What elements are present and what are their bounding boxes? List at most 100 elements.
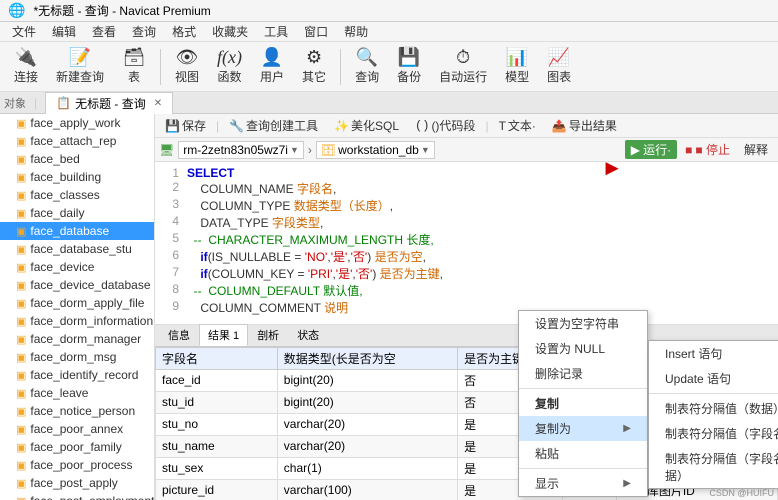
explain-button[interactable]: 解释 — [738, 140, 774, 159]
tab-close-icon[interactable]: ✕ — [154, 98, 162, 109]
beautify-icon: ✨ — [334, 119, 349, 133]
sub-ctx-tab-data[interactable]: 制表符分隔值（数据） — [649, 396, 778, 421]
query-toolbar: 💾 保存 | 🔧 查询创建工具 ✨ 美化SQL () ()代码段 | T 文本· — [155, 114, 778, 138]
sidebar-item-face-database[interactable]: ▣ face_database — [0, 222, 154, 240]
query-builder-button[interactable]: 🔧 查询创建工具 — [223, 116, 324, 135]
export-icon: 📤 — [552, 119, 567, 133]
menu-format[interactable]: 格式 — [164, 21, 204, 42]
toolbar-backup[interactable]: 💾 备份 — [391, 45, 427, 88]
toolbar-model[interactable]: 📊 模型 — [499, 45, 535, 88]
sidebar-item-face-identify-record[interactable]: ▣ face_identify_record — [0, 366, 154, 384]
menu-tools[interactable]: 工具 — [256, 21, 296, 42]
table-row-icon: ▣ — [16, 189, 26, 202]
ctx-show[interactable]: 显示 ▶ — [519, 471, 647, 496]
menu-view[interactable]: 查看 — [84, 21, 124, 42]
sidebar-item-face-post-apply[interactable]: ▣ face_post_apply — [0, 474, 154, 492]
sidebar-item-face-poor-process[interactable]: ▣ face_poor_process — [0, 456, 154, 474]
sidebar-item-face-notice-person[interactable]: ▣ face_notice_person — [0, 402, 154, 420]
toolbar-connect[interactable]: 🔌 连接 — [8, 45, 44, 88]
cell-type: varchar(20) — [277, 435, 457, 457]
sidebar-item-face-dorm-manager[interactable]: ▣ face_dorm_manager — [0, 330, 154, 348]
other-icon: ⚙ — [306, 48, 322, 66]
menu-window[interactable]: 窗口 — [296, 21, 336, 42]
sub-ctx-tab-both[interactable]: 制表符分隔值（字段名和数据） — [649, 446, 778, 488]
tab-status[interactable]: 状态 — [288, 324, 328, 346]
main-toolbar: 🔌 连接 📝 新建查询 🗃 表 👁 视图 f(x) 函数 👤 用户 ⚙ 其它 🔍… — [0, 42, 778, 92]
ctx-paste[interactable]: 粘贴 — [519, 441, 647, 466]
toolbar-other[interactable]: ⚙ 其它 — [296, 45, 332, 88]
cell-type: bigint(20) — [277, 391, 457, 413]
stop-button[interactable]: ■ ■ 停止 — [681, 140, 734, 159]
ctx-delete-record[interactable]: 删除记录 — [519, 361, 647, 386]
code-snippet-button[interactable]: () ()代码段 — [409, 116, 481, 135]
sidebar-item-face-dorm-information[interactable]: ▣ face_dorm_information — [0, 312, 154, 330]
sidebar-item-face-poor-family[interactable]: ▣ face_poor_family — [0, 438, 154, 456]
sidebar-item-face-database-stu[interactable]: ▣ face_database_stu — [0, 240, 154, 258]
sidebar-item-face-bed[interactable]: ▣ face_bed — [0, 150, 154, 168]
connection-bar: 🖥 rm-2zetn83n05wz7i ▼ › 🗄 workstation_db… — [155, 138, 778, 162]
tab-result-1[interactable]: 结果 1 — [199, 324, 248, 346]
table-row-icon: ▣ — [16, 477, 26, 490]
table-row-icon: ▣ — [16, 135, 26, 148]
query-tab[interactable]: 📋 无标题 - 查询 ✕ — [45, 92, 173, 114]
sidebar-item-face-classes[interactable]: ▣ face_classes — [0, 186, 154, 204]
ctx-set-empty-string[interactable]: 设置为空字符串 — [519, 311, 647, 336]
toolbar-table[interactable]: 🗃 表 — [116, 45, 152, 88]
sidebar-item-face-device-database[interactable]: ▣ face_device_database — [0, 276, 154, 294]
sidebar-item-face-dorm-apply-file[interactable]: ▣ face_dorm_apply_file — [0, 294, 154, 312]
table-row-icon: ▣ — [16, 315, 26, 328]
text-button[interactable]: T 文本· — [493, 116, 542, 135]
menu-help[interactable]: 帮助 — [336, 21, 376, 42]
database-selector[interactable]: 🗄 workstation_db ▼ — [316, 141, 435, 159]
table-row-icon: ▣ — [16, 207, 26, 220]
toolbar-query[interactable]: 🔍 查询 — [349, 45, 385, 88]
tab-profiling[interactable]: 剖析 — [248, 324, 288, 346]
sidebar-item-face-daily[interactable]: ▣ face_daily — [0, 204, 154, 222]
sql-line-4: 4 DATA_TYPE 字段类型, — [163, 214, 770, 231]
toolbar-function[interactable]: f(x) 函数 — [211, 45, 248, 88]
sidebar-item-face-dorm-msg[interactable]: ▣ face_dorm_msg — [0, 348, 154, 366]
menu-edit[interactable]: 编辑 — [44, 21, 84, 42]
toolbar-chart[interactable]: 📈 图表 — [541, 45, 577, 88]
text-icon: T — [499, 119, 506, 133]
sub-context-menu: Insert 语句 Update 语句 制表符分隔值（数据） 制表符分隔值（字段… — [648, 340, 778, 489]
sidebar-item-face-apply-work[interactable]: ▣ face_apply_work — [0, 114, 154, 132]
arrow-icon: › — [308, 143, 312, 157]
export-button[interactable]: 📤 导出结果 — [546, 116, 623, 135]
sub-ctx-tab-field[interactable]: 制表符分隔值（字段名） — [649, 421, 778, 446]
toolbar-user[interactable]: 👤 用户 — [254, 45, 290, 88]
sub-ctx-update[interactable]: Update 语句 — [649, 366, 778, 391]
table-row-icon: ▣ — [16, 405, 26, 418]
toolbar-new-query[interactable]: 📝 新建查询 — [50, 45, 110, 88]
sub-ctx-insert[interactable]: Insert 语句 — [649, 341, 778, 366]
ctx-copy-as[interactable]: 复制为 ▶ — [519, 416, 647, 441]
table-row-icon: ▣ — [16, 279, 26, 292]
sql-line-5: 5 -- CHARACTER_MAXIMUM_LENGTH 长度, — [163, 231, 770, 248]
cell-field: face_id — [156, 369, 278, 391]
beautify-sql-button[interactable]: ✨ 美化SQL — [328, 116, 405, 135]
ctx-copy[interactable]: 复制 — [519, 391, 647, 416]
sidebar-item-face-poor-annex[interactable]: ▣ face_poor_annex — [0, 420, 154, 438]
sql-line-2: 2 COLUMN_NAME 字段名, — [163, 180, 770, 197]
sidebar-item-face-device[interactable]: ▣ face_device — [0, 258, 154, 276]
connect-icon: 🔌 — [15, 48, 37, 66]
table-row-icon: ▣ — [16, 261, 26, 274]
menu-file[interactable]: 文件 — [4, 21, 44, 42]
sidebar-item-face-leave[interactable]: ▣ face_leave — [0, 384, 154, 402]
menu-query[interactable]: 查询 — [124, 21, 164, 42]
save-button[interactable]: 💾 保存 — [159, 116, 212, 135]
sidebar-item-face-post-employment[interactable]: ▣ face_post_employment — [0, 492, 154, 500]
ctx-set-null[interactable]: 设置为 NULL — [519, 336, 647, 361]
sql-editor[interactable]: 1 SELECT 2 COLUMN_NAME 字段名, 3 COLUMN_TYP… — [155, 162, 778, 325]
menu-favorites[interactable]: 收藏夹 — [204, 21, 256, 42]
connection-selector[interactable]: rm-2zetn83n05wz7i ▼ — [178, 141, 304, 159]
sidebar-item-face-building[interactable]: ▣ face_building — [0, 168, 154, 186]
toolbar-view[interactable]: 👁 视图 — [169, 45, 205, 88]
table-row-icon: ▣ — [16, 495, 26, 500]
red-arrow-indicator: ► — [601, 155, 623, 181]
run-button[interactable]: ▶ 运行· — [625, 140, 677, 159]
tab-info[interactable]: 信息 — [159, 324, 199, 346]
toolbar-auto-run[interactable]: ⏱ 自动运行 — [433, 45, 493, 88]
sidebar-item-face-attach-rep[interactable]: ▣ face_attach_rep — [0, 132, 154, 150]
user-icon: 👤 — [261, 48, 283, 66]
